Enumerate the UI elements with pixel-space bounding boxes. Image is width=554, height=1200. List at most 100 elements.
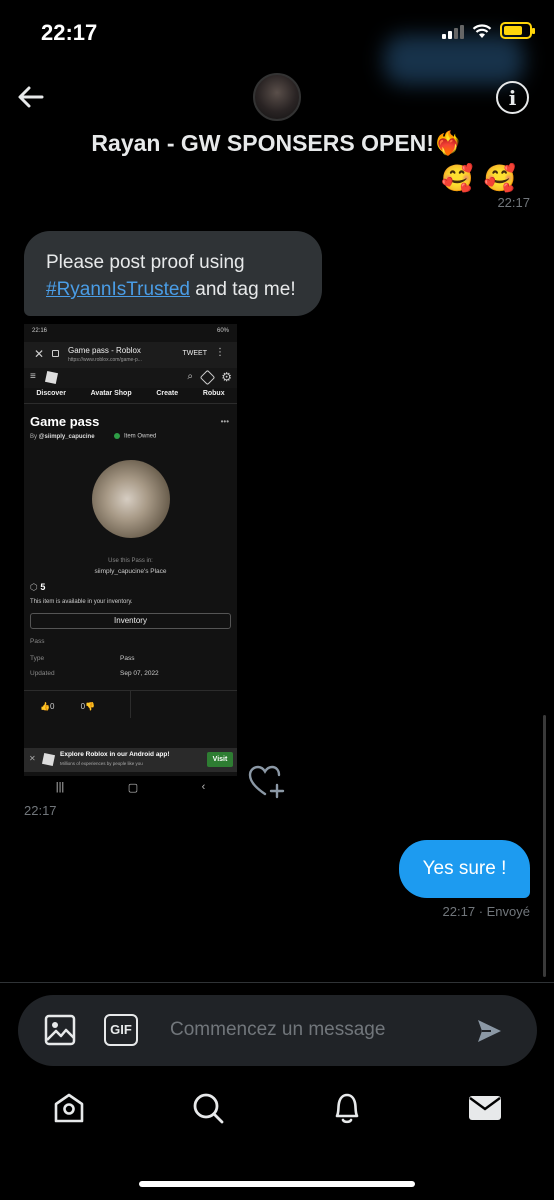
- availability-text: This item is available in your inventory…: [30, 599, 133, 605]
- cellular-signal-icon: [442, 23, 464, 39]
- place-name: siimply_capucine's Place: [94, 568, 167, 575]
- nav-search[interactable]: [190, 1090, 226, 1126]
- received-message-bubble[interactable]: Please post proof using #RyannIsTrusted …: [24, 231, 322, 316]
- react-button[interactable]: [248, 764, 286, 800]
- status-time: 22:17: [41, 20, 98, 45]
- message-timestamp: 22:17: [497, 195, 530, 210]
- roblox-logo-icon: [41, 752, 56, 767]
- price-value: 5: [40, 582, 46, 592]
- ad-visit-button: Visit: [207, 752, 233, 767]
- arrow-left-icon: [18, 86, 44, 108]
- scrollbar[interactable]: [543, 715, 546, 977]
- menu-icon: ≡: [30, 371, 36, 382]
- image-status-time: 22:16: [32, 328, 48, 334]
- image-tweet-label: TWEET: [182, 350, 208, 357]
- image-nav-links: Discover Avatar Shop Create Robux: [24, 390, 237, 397]
- more-icon: ⋮: [215, 347, 225, 358]
- more-icon: •••: [220, 417, 229, 426]
- send-icon: [478, 1020, 501, 1042]
- bottom-navigation: [0, 1090, 554, 1140]
- divider: [0, 982, 554, 983]
- recents-icon: |||: [55, 781, 65, 793]
- battery-charging-icon: [500, 22, 535, 39]
- gif-button[interactable]: GIF: [104, 1014, 138, 1046]
- search-icon: ⌕: [187, 371, 193, 382]
- message-input[interactable]: [170, 1015, 450, 1045]
- by-prefix: By: [30, 434, 39, 440]
- back-button[interactable]: [14, 80, 48, 114]
- emoji-message: 🥰🥰: [441, 163, 526, 193]
- section-label: Pass: [30, 638, 45, 645]
- wifi-icon: [472, 23, 492, 38]
- thumbs-up-icon: 👍: [40, 702, 50, 711]
- search-icon: [193, 1093, 224, 1124]
- image-icon: [44, 1014, 76, 1046]
- image-roblox-navbar: ≡ ⌕ ⚙: [24, 368, 237, 388]
- message-timestamp: 22:17: [24, 803, 57, 818]
- ad-subtitle: Millions of experiences by people like y…: [60, 761, 143, 766]
- message-composer: GIF: [18, 995, 537, 1066]
- message-text: Please post proof using: [46, 252, 245, 273]
- likes-count: 0: [49, 702, 55, 711]
- image-nav-link: Discover: [36, 390, 66, 397]
- back-chevron-icon: ‹: [201, 781, 206, 793]
- status-bar: 22:17: [0, 0, 554, 85]
- heart-plus-icon: [248, 765, 285, 799]
- media-button[interactable]: [43, 1013, 77, 1047]
- image-battery: 60%: [216, 328, 229, 334]
- nav-notifications[interactable]: [329, 1090, 365, 1126]
- home-indicator[interactable]: [139, 1181, 415, 1187]
- image-creator: By @siimply_capucine: [30, 434, 95, 440]
- divider: [130, 690, 131, 718]
- info-button[interactable]: i: [496, 81, 529, 114]
- nav-messages[interactable]: [467, 1090, 503, 1126]
- image-url: https://www.roblox.com/game-p...: [68, 357, 142, 363]
- image-url-bar: ✕ Game pass - Roblox https://www.roblox.…: [24, 342, 237, 368]
- attached-image[interactable]: 22:16 60% ✕ Game pass - Roblox https://w…: [24, 324, 237, 798]
- updated-value: Sep 07, 2022: [120, 670, 159, 677]
- inventory-button: Inventory: [30, 613, 231, 629]
- info-icon: i: [508, 85, 517, 110]
- image-nav-link: Create: [156, 390, 179, 397]
- roblox-logo-icon: [44, 370, 59, 385]
- home-icon: [54, 1093, 84, 1123]
- item-owned-badge: Item Owned: [114, 433, 156, 440]
- status-icons: [442, 22, 535, 39]
- image-nav-link: Avatar Shop: [90, 390, 132, 397]
- sent-message-meta: 22:17 · Envoyé: [442, 904, 530, 919]
- conversation-title[interactable]: Rayan - GW SPONSERS OPEN!❤️‍🔥: [0, 130, 554, 157]
- use-pass-label: Use this Pass in:: [108, 558, 153, 564]
- avatar[interactable]: [253, 73, 301, 121]
- image-status-bar: 22:16 60%: [32, 328, 229, 334]
- home-circle-icon: ▢: [127, 781, 139, 794]
- robux-icon: ⬡: [30, 582, 41, 592]
- hashtag-link[interactable]: #RyannIsTrusted: [46, 279, 190, 300]
- updated-label: Updated: [30, 670, 55, 677]
- creator-name: @siimply_capucine: [38, 434, 95, 440]
- message-text: and tag me!: [189, 279, 296, 300]
- settings-icon: ⚙: [221, 370, 232, 384]
- nav-home[interactable]: [51, 1090, 87, 1126]
- ad-title: Explore Roblox in our Android app!: [60, 751, 170, 758]
- robux-icon: [199, 369, 216, 386]
- close-icon: ✕: [34, 347, 45, 361]
- messages-icon: [469, 1096, 501, 1120]
- type-value: Pass: [120, 655, 135, 662]
- image-ad-banner: ✕ Explore Roblox in our Android app! Mil…: [24, 748, 237, 772]
- divider: [24, 403, 237, 404]
- sent-message-bubble[interactable]: Yes sure !: [399, 840, 530, 898]
- blurred-region: [384, 35, 524, 85]
- image-heading: Game pass: [30, 414, 100, 429]
- price: ⬡ 5: [30, 582, 45, 593]
- thumbs-down-icon: 👎: [85, 702, 96, 711]
- type-label: Type: [30, 655, 45, 662]
- vote-bar: 👍0 0👎: [40, 702, 95, 711]
- lock-icon: [52, 350, 59, 357]
- image-page-title: Game pass - Roblox: [68, 346, 141, 355]
- notifications-icon: [335, 1093, 359, 1124]
- send-button[interactable]: [475, 1017, 503, 1045]
- image-nav-link: Robux: [202, 390, 225, 397]
- image-android-nav: ||| ▢ ‹: [24, 776, 237, 798]
- close-icon: ✕: [29, 754, 36, 763]
- game-pass-thumbnail: [92, 460, 170, 538]
